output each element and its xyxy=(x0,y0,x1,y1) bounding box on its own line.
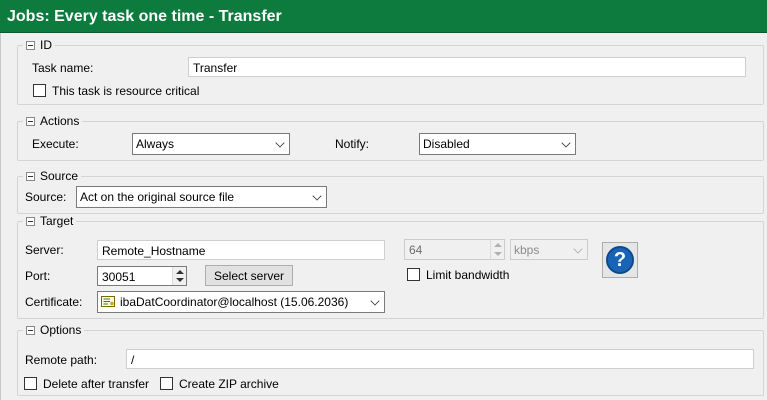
help-button[interactable]: ? xyxy=(602,242,638,278)
actions-group: Actions Execute: Always Notify: Disabled xyxy=(17,114,764,161)
actions-group-legend: Actions xyxy=(40,114,80,128)
port-value: 30051 xyxy=(102,270,136,284)
task-name-label: Task name: xyxy=(32,61,94,75)
spin-up-icon xyxy=(494,243,502,247)
bandwidth-value: 64 xyxy=(409,243,423,257)
target-group-legend: Target xyxy=(40,214,74,228)
chevron-down-icon xyxy=(275,138,285,148)
chevron-down-icon xyxy=(561,138,571,148)
source-select[interactable]: Act on the original source file xyxy=(76,186,327,208)
options-group: Options Remote path: / Delete after tran… xyxy=(17,323,764,396)
execute-select[interactable]: Always xyxy=(132,133,290,155)
server-label: Server: xyxy=(25,243,64,257)
id-group-legend: ID xyxy=(40,38,52,52)
source-group-legend: Source xyxy=(40,169,79,183)
bandwidth-unit-value: kbps xyxy=(514,243,540,257)
notify-select[interactable]: Disabled xyxy=(419,133,576,155)
target-group: Target Server: Remote_Hostname 64 kbps ?… xyxy=(17,214,764,319)
bandwidth-unit-select: kbps xyxy=(510,239,588,260)
execute-select-value: Always xyxy=(136,137,175,151)
collapse-minus-icon[interactable] xyxy=(26,325,35,335)
chevron-down-icon xyxy=(370,296,380,306)
collapse-minus-icon[interactable] xyxy=(26,116,35,126)
job-settings-panel: ID Task name: Transfer This task is reso… xyxy=(0,33,767,400)
certificate-value: ibaDatCoordinator@localhost (15.06.2036) xyxy=(120,295,349,309)
delete-after-transfer-checkbox[interactable] xyxy=(24,377,37,390)
options-group-legend: Options xyxy=(40,323,82,337)
limit-bandwidth-label: Limit bandwidth xyxy=(426,268,510,282)
source-select-value: Act on the original source file xyxy=(80,190,235,204)
select-server-button[interactable]: Select server xyxy=(205,265,293,286)
source-group: Source Source: Act on the original sourc… xyxy=(17,169,764,214)
resource-critical-checkbox[interactable] xyxy=(33,84,46,97)
task-name-input[interactable]: Transfer xyxy=(188,57,746,77)
spin-up-icon[interactable] xyxy=(176,270,184,274)
remote-path-input[interactable]: / xyxy=(126,349,754,369)
chevron-down-icon xyxy=(573,244,583,254)
delete-after-transfer-label: Delete after transfer xyxy=(43,377,150,391)
help-icon: ? xyxy=(606,246,634,274)
collapse-minus-icon[interactable] xyxy=(26,171,35,181)
notify-select-value: Disabled xyxy=(423,137,470,151)
source-group-header[interactable]: Source xyxy=(23,169,82,183)
notify-label: Notify: xyxy=(335,137,370,151)
chevron-down-icon xyxy=(312,191,322,201)
target-group-header[interactable]: Target xyxy=(23,214,77,228)
port-spinner[interactable] xyxy=(172,267,186,285)
remote-path-label: Remote path: xyxy=(25,353,98,367)
execute-label: Execute: xyxy=(32,137,79,151)
id-group: ID Task name: Transfer This task is reso… xyxy=(17,38,764,105)
window-title: Jobs: Every task one time - Transfer xyxy=(0,0,767,33)
certificate-select[interactable]: ibaDatCoordinator@localhost (15.06.2036) xyxy=(97,291,385,313)
source-label: Source: xyxy=(25,190,67,204)
id-group-header[interactable]: ID xyxy=(23,38,55,52)
create-zip-label: Create ZIP archive xyxy=(179,377,279,391)
limit-bandwidth-checkbox[interactable] xyxy=(407,268,420,281)
port-label: Port: xyxy=(25,269,51,283)
create-zip-checkbox[interactable] xyxy=(160,377,173,390)
collapse-minus-icon[interactable] xyxy=(26,40,35,50)
certificate-label: Certificate: xyxy=(25,295,83,309)
spin-down-icon[interactable] xyxy=(176,278,184,282)
resource-critical-label: This task is resource critical xyxy=(52,84,200,98)
spin-down-icon xyxy=(494,252,502,256)
server-input[interactable]: Remote_Hostname xyxy=(97,240,385,260)
certificate-icon xyxy=(101,296,115,307)
bandwidth-spinner xyxy=(490,240,504,259)
collapse-minus-icon[interactable] xyxy=(26,216,35,226)
actions-group-header[interactable]: Actions xyxy=(23,114,83,128)
options-group-header[interactable]: Options xyxy=(23,323,85,337)
